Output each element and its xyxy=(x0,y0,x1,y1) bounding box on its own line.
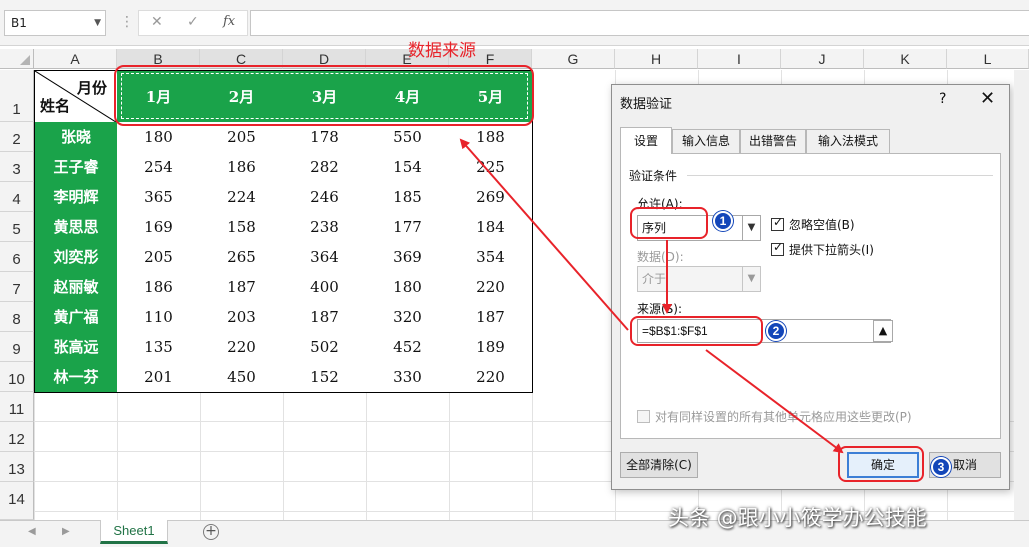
chevron-left-icon[interactable]: ◀ xyxy=(28,526,36,537)
sheet-tab-sheet1[interactable]: Sheet1 xyxy=(100,520,168,544)
arrow-to-source-range xyxy=(459,138,629,331)
annotation-arrows xyxy=(459,138,844,454)
watermark: 头条 @跟小小筱学办公技能 xyxy=(668,506,927,530)
excel-window: B1 ▼ ⋮ ✕ ✓ fx A B C D E F G H I J K L 1 … xyxy=(0,0,1029,547)
arrow-to-ok-button xyxy=(705,349,844,454)
add-sheet-button[interactable]: + xyxy=(203,524,219,540)
tab-settings[interactable]: 设置 xyxy=(620,127,672,154)
chevron-right-icon[interactable]: ▶ xyxy=(62,526,70,537)
vertical-scrollbar[interactable] xyxy=(1014,70,1029,520)
